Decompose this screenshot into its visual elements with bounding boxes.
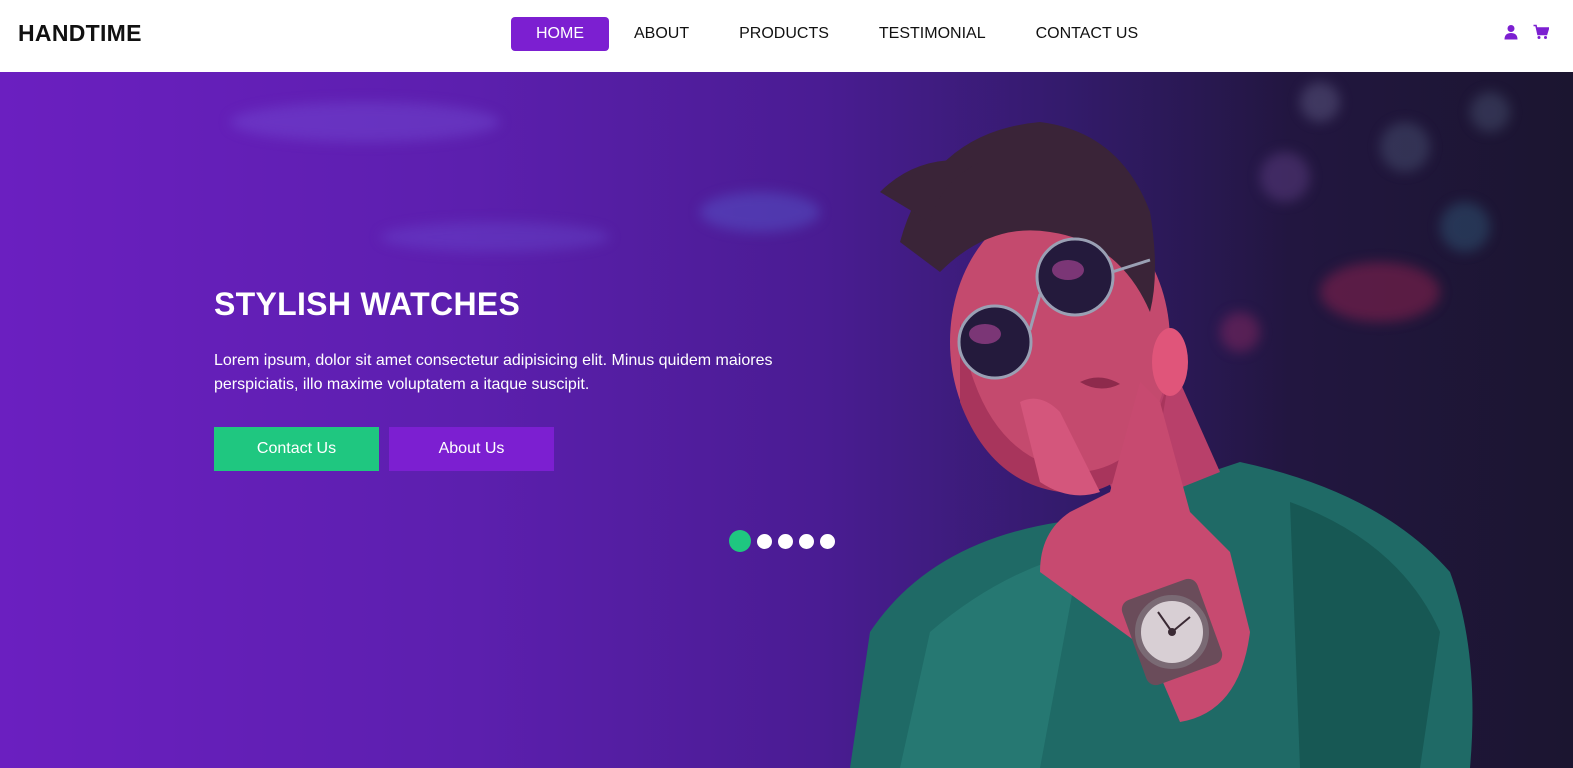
cart-icon[interactable]: [1533, 24, 1549, 40]
brand-logo[interactable]: HANDTIME: [18, 20, 142, 47]
slider-dot[interactable]: [757, 533, 772, 549]
hero-banner: STYLISH WATCHES Lorem ipsum, dolor sit a…: [0, 72, 1573, 768]
site-header: HANDTIME HOME ABOUT PRODUCTS TESTIMONIAL…: [0, 0, 1573, 72]
main-nav: HOME ABOUT PRODUCTS TESTIMONIAL CONTACT …: [511, 17, 1163, 51]
user-icon[interactable]: [1503, 24, 1519, 40]
slider-pagination: [729, 530, 835, 552]
nav-item-testimonial[interactable]: TESTIMONIAL: [854, 17, 1011, 51]
slider-dot[interactable]: [778, 533, 793, 549]
about-us-button[interactable]: About Us: [389, 427, 554, 471]
nav-item-home[interactable]: HOME: [511, 17, 609, 51]
nav-item-contact-us[interactable]: CONTACT US: [1011, 17, 1164, 51]
contact-us-button[interactable]: Contact Us: [214, 427, 379, 471]
hero-title: STYLISH WATCHES: [214, 286, 521, 322]
slider-dot[interactable]: [799, 533, 814, 549]
slider-dot[interactable]: [820, 533, 835, 549]
slider-dot[interactable]: [729, 530, 751, 552]
header-icons: [1503, 24, 1549, 40]
nav-item-products[interactable]: PRODUCTS: [714, 17, 854, 51]
hero-description: Lorem ipsum, dolor sit amet consectetur …: [214, 352, 773, 393]
nav-item-about[interactable]: ABOUT: [609, 17, 714, 51]
hero-model-image: [850, 122, 1473, 768]
